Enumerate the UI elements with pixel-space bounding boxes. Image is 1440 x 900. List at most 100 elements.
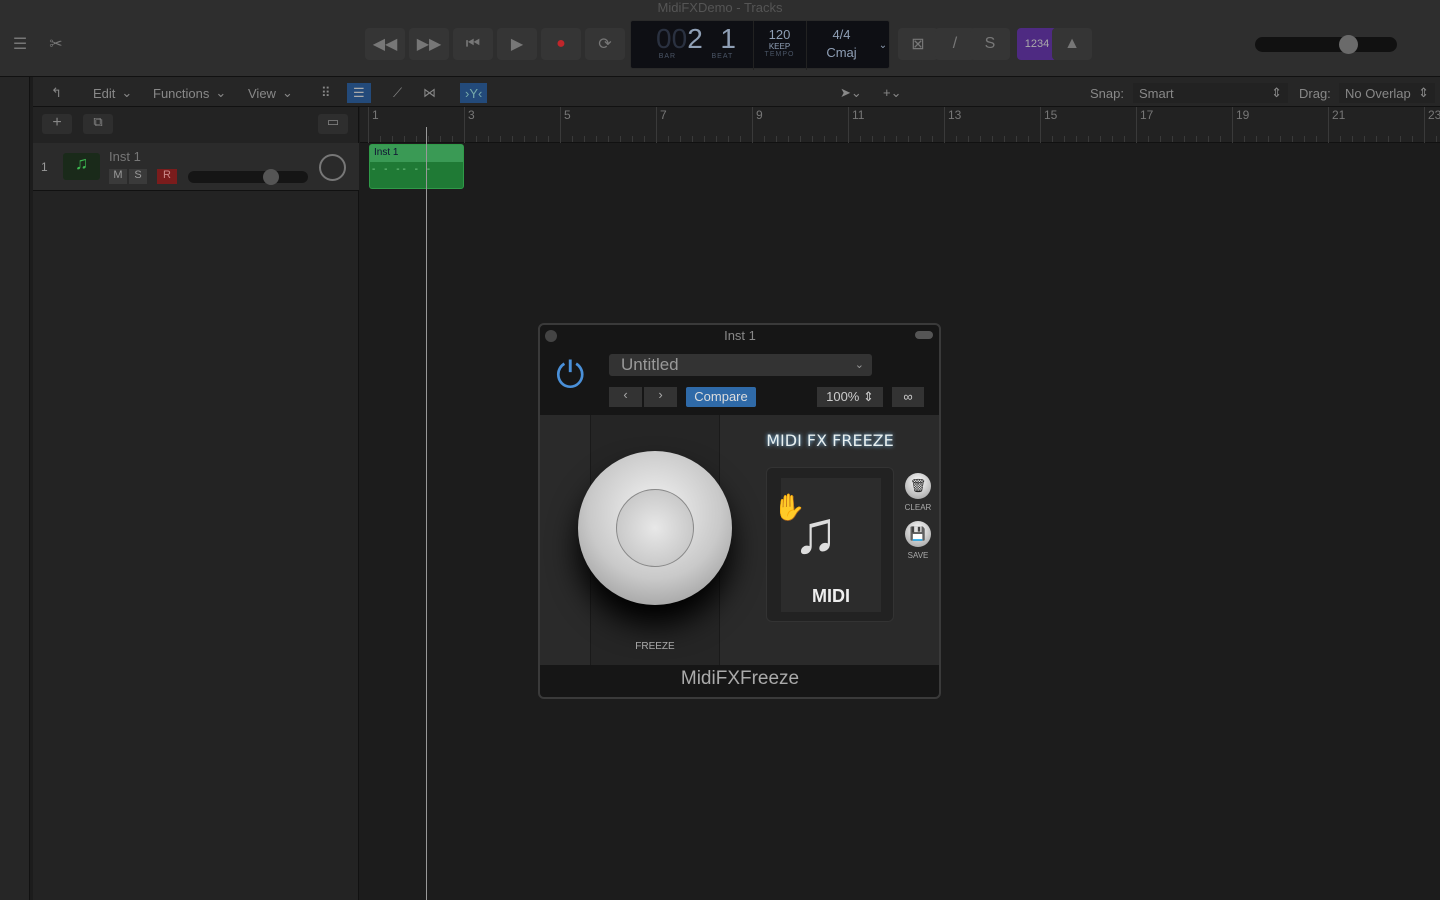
ruler-tick: [1424, 136, 1425, 142]
mute-button[interactable]: M: [109, 169, 127, 184]
record-button[interactable]: ●: [541, 28, 581, 60]
ruler-bar-number: 13: [948, 108, 962, 122]
ruler-bar-number: 17: [1140, 108, 1154, 122]
grid-icon[interactable]: ⠿: [321, 83, 331, 103]
snap-label: Snap:: [1090, 85, 1124, 101]
catch-icon[interactable]: ›Y‹: [460, 83, 488, 103]
ruler-tick: [656, 136, 657, 142]
solo-button[interactable]: S: [129, 169, 147, 184]
marquee-tool-icon[interactable]: +⌄: [883, 83, 901, 103]
duplicate-track-button[interactable]: ⧉: [83, 114, 113, 134]
ruler-tick: [824, 136, 825, 142]
music-notes-icon: ♫: [793, 499, 838, 566]
automation-icon[interactable]: ⟋: [393, 83, 402, 103]
tempo-label: TEMPO: [764, 51, 795, 58]
scissors-icon[interactable]: ✂: [36, 28, 76, 60]
ruler-tick: [500, 136, 501, 142]
ruler-tick: [596, 136, 597, 142]
ruler-tick: [560, 136, 561, 142]
pan-knob[interactable]: [319, 154, 346, 181]
bar-value: 2: [687, 23, 703, 54]
ruler-tick: [1124, 136, 1125, 142]
chevron-down-icon[interactable]: ⌄: [876, 21, 890, 70]
global-tracks-button[interactable]: ▭: [318, 114, 348, 134]
ruler-tick: [404, 136, 405, 142]
pointer-tool-icon[interactable]: ➤⌄: [840, 83, 862, 103]
track-row[interactable]: 1 ♫ Inst 1 M S R: [33, 143, 359, 191]
zoom-value: 100%: [826, 389, 860, 404]
playhead[interactable]: [426, 127, 427, 900]
track-name[interactable]: Inst 1: [109, 149, 141, 164]
rewind-button[interactable]: ◀◀: [365, 28, 405, 60]
list-view-icon[interactable]: ☰: [347, 83, 371, 103]
snap-select[interactable]: Smart ⇕: [1133, 83, 1288, 103]
record-enable-button[interactable]: R: [157, 169, 177, 184]
previous-preset-button[interactable]: ‹: [609, 387, 642, 407]
count-in-button[interactable]: 1234: [1017, 28, 1057, 60]
metronome-icon[interactable]: ▲: [1052, 28, 1092, 60]
ruler-tick: [1052, 136, 1053, 142]
ruler-bar-number: 11: [852, 108, 865, 122]
plugin-title: Inst 1: [724, 328, 756, 343]
resize-button[interactable]: [915, 331, 933, 339]
flex-icon[interactable]: ⋈: [423, 83, 436, 103]
freeze-label: FREEZE: [635, 641, 675, 652]
ruler-tick: [584, 136, 585, 142]
compare-button[interactable]: Compare: [686, 387, 756, 407]
ruler-tick: [836, 136, 837, 142]
tuner-icon[interactable]: ⊠: [898, 28, 938, 60]
edit-menu[interactable]: Edit ⌄: [93, 83, 132, 103]
add-track-button[interactable]: +: [42, 114, 72, 134]
preset-select[interactable]: Untitled ⌄: [609, 354, 872, 376]
drag-select[interactable]: No Overlap ⇕: [1339, 83, 1435, 103]
save-icon[interactable]: 💾: [905, 521, 931, 547]
track-volume-slider[interactable]: [188, 169, 308, 185]
midi-file-drop-zone[interactable]: ✋ ♫ MIDI: [766, 467, 894, 622]
freeze-knob[interactable]: [578, 451, 732, 605]
ruler-tick: [1172, 136, 1173, 142]
beat-value: 1: [720, 23, 736, 54]
drag-value: No Overlap: [1345, 85, 1411, 101]
ruler-bar-number: 21: [1332, 108, 1346, 122]
back-icon[interactable]: ↰: [51, 83, 62, 103]
solo-icon[interactable]: S: [970, 28, 1010, 60]
ruler-tick: [848, 136, 849, 142]
track-number: 1: [41, 160, 48, 174]
ruler-tick: [788, 136, 789, 142]
fast-forward-button[interactable]: ▶▶: [409, 28, 449, 60]
ruler-tick: [1244, 136, 1245, 142]
pencil-icon[interactable]: /: [935, 28, 975, 60]
trash-icon[interactable]: 🗑: [905, 473, 931, 499]
lcd-display[interactable]: 002 1 BAR BEAT 120 KEEP TEMPO 4/4 Cmaj ⌄: [630, 20, 890, 70]
ruler-tick: [1028, 136, 1029, 142]
ruler-bar-number: 9: [756, 108, 763, 122]
cycle-button[interactable]: ⟳: [585, 28, 625, 60]
brand-label: MIDI FX FREEZE: [766, 431, 894, 450]
ruler-tick: [980, 136, 981, 142]
ruler-tick: [1364, 136, 1365, 142]
go-to-start-button[interactable]: ⏮: [453, 28, 493, 60]
slider-thumb[interactable]: [1339, 35, 1359, 54]
midi-region[interactable]: Inst 1 - - -- - -: [369, 144, 464, 189]
ruler-tick: [1340, 136, 1341, 142]
zoom-select[interactable]: 100% ⇕: [817, 387, 883, 407]
power-icon[interactable]: ⏻: [556, 355, 596, 395]
mixer-icon[interactable]: ☰: [0, 28, 40, 60]
ruler-tick: [704, 136, 705, 142]
ruler-tick: [1076, 136, 1077, 142]
play-button[interactable]: ▶: [497, 28, 537, 60]
key-value: Cmaj: [826, 45, 857, 60]
link-icon[interactable]: ∞: [892, 387, 924, 407]
functions-menu[interactable]: Functions ⌄: [153, 83, 226, 103]
ruler-tick: [608, 136, 609, 142]
preset-name: Untitled: [621, 355, 679, 374]
ruler[interactable]: 1 3 5 7 9 11 13 15 17 19 21 23: [360, 107, 1440, 143]
ruler-tick: [1160, 136, 1161, 142]
ruler-bar-number: 15: [1044, 108, 1058, 122]
view-menu[interactable]: View ⌄: [248, 83, 293, 103]
slider-thumb[interactable]: [262, 169, 279, 185]
master-volume-slider[interactable]: [1255, 35, 1397, 54]
ruler-tick: [1256, 136, 1257, 142]
next-preset-button[interactable]: ›: [644, 387, 677, 407]
window-title: MidiFXDemo - Tracks: [657, 0, 783, 15]
